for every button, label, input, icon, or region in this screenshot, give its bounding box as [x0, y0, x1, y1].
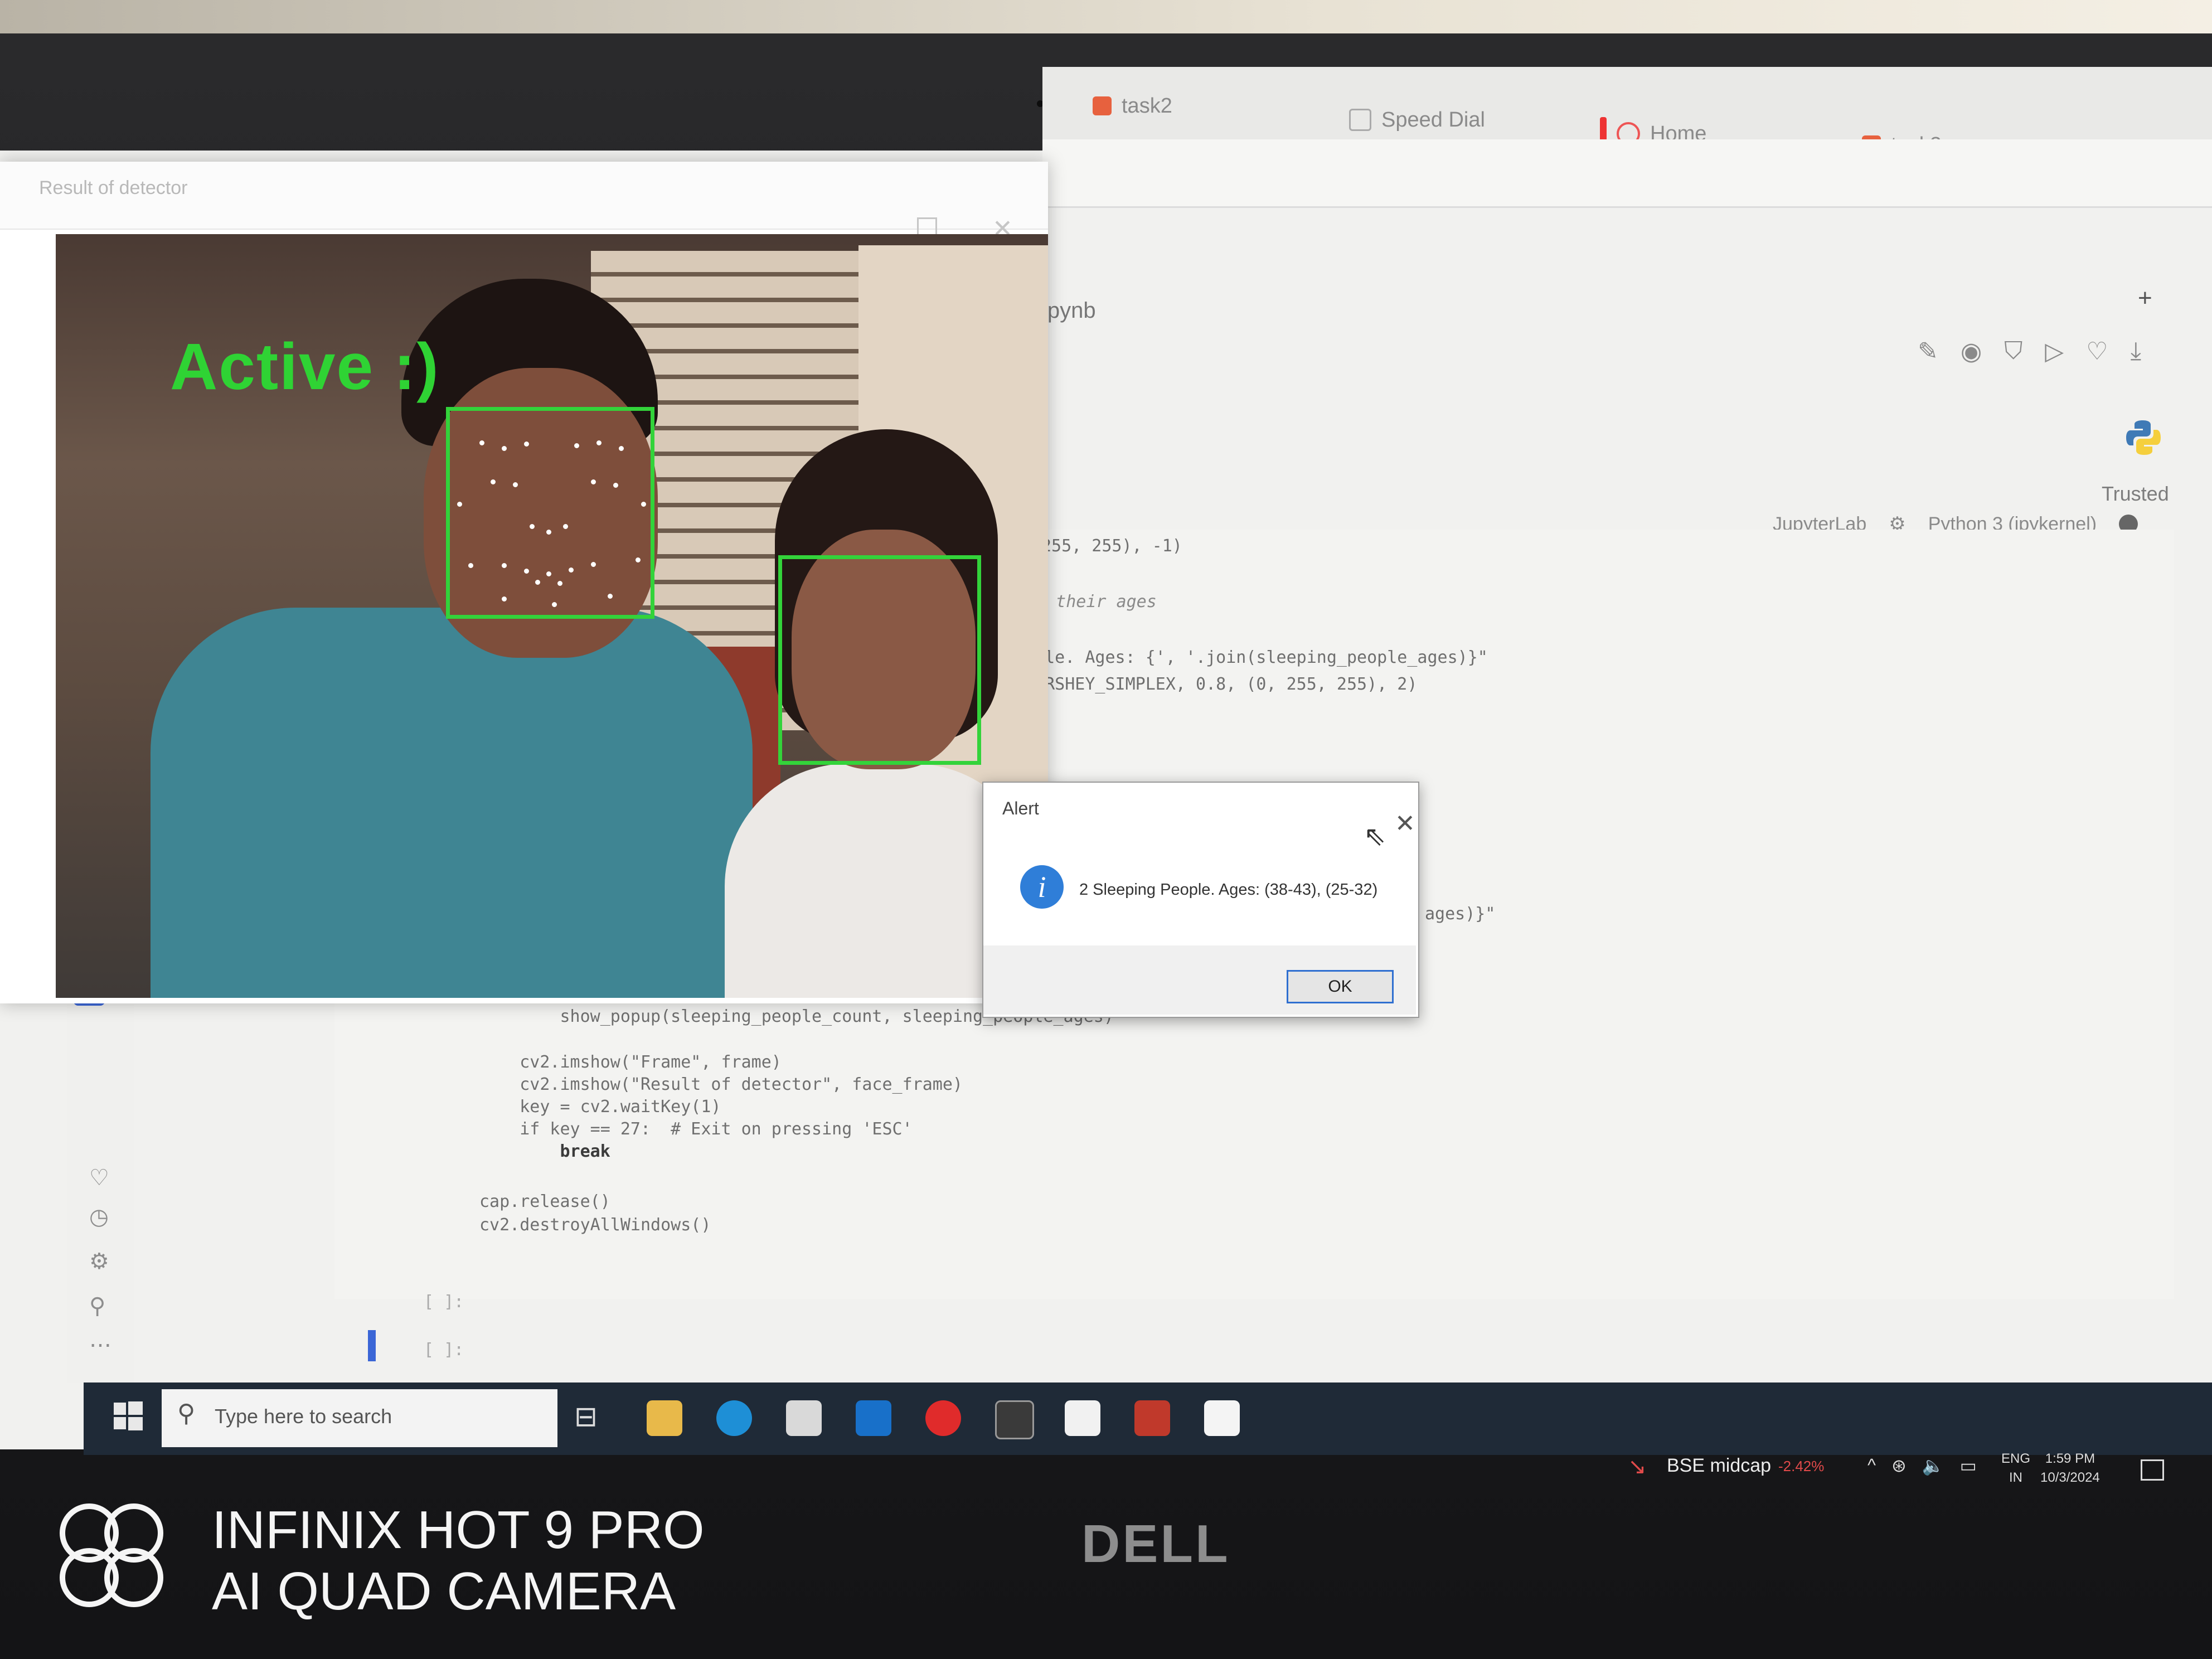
notification-icon[interactable] — [2141, 1459, 2164, 1481]
watermark-line: AI QUAD CAMERA — [212, 1561, 676, 1621]
code-fragment: HERSHEY_SIMPLEX, 0.8, (0, 255, 255), 2) — [1025, 675, 1418, 694]
document-icon[interactable] — [1065, 1400, 1100, 1436]
opera-icon[interactable] — [925, 1400, 961, 1436]
lang-line: IN — [2009, 1470, 2022, 1485]
file-explorer-icon[interactable] — [647, 1400, 682, 1436]
python-logo-icon — [2126, 420, 2161, 455]
store-icon[interactable] — [786, 1400, 822, 1436]
new-tab-button[interactable]: + — [2138, 284, 2152, 312]
download-icon[interactable]: ⤓ — [2131, 337, 2141, 366]
clock-time: 1:59 PM — [2045, 1451, 2095, 1466]
settings-icon[interactable]: ⚙ — [89, 1249, 109, 1274]
person-1-body — [151, 608, 753, 998]
code-line: cv2.imshow("Result of detector", face_fr… — [479, 1075, 963, 1094]
volume-icon[interactable]: 🔈 — [1922, 1455, 1944, 1476]
language-indicator[interactable]: ENG IN — [2001, 1449, 2030, 1487]
face-detection-box — [778, 555, 981, 765]
taskbar-clock[interactable]: 1:59 PM 10/3/2024 — [2040, 1449, 2100, 1487]
ticker-name[interactable]: BSE midcap — [1667, 1455, 1771, 1477]
code-line: key = cv2.waitKey(1) — [479, 1097, 721, 1117]
outlook-icon[interactable] — [856, 1400, 891, 1436]
task-view-icon[interactable]: ⊟ — [574, 1400, 610, 1436]
chevron-up-icon[interactable]: ^ — [1867, 1455, 1876, 1476]
alert-message: 2 Sleeping People. Ages: (38-43), (25-32… — [1079, 881, 1378, 899]
info-icon: i — [1020, 865, 1064, 909]
background-wall — [0, 0, 2212, 33]
pin-icon[interactable]: ⚲ — [89, 1293, 105, 1319]
tab-label: task2 — [1122, 94, 1172, 118]
ok-button[interactable]: OK — [1287, 970, 1394, 1003]
clock-date: 10/3/2024 — [2040, 1470, 2100, 1485]
system-tray: ^ ⊛ 🔈 ▭ — [1867, 1455, 1977, 1476]
browser-tab[interactable]: task2 — [1093, 84, 1172, 128]
edge-icon[interactable] — [716, 1400, 752, 1436]
code-line: cv2.destroyAllWindows() — [479, 1215, 711, 1235]
code-line: cv2.imshow("Frame", frame) — [479, 1052, 782, 1072]
history-icon[interactable]: ◷ — [89, 1204, 109, 1230]
network-icon[interactable]: ⊛ — [1891, 1455, 1907, 1476]
battery-icon[interactable]: ▭ — [1960, 1455, 1977, 1476]
camera-icon[interactable]: ◉ — [1961, 337, 1982, 366]
stock-down-icon: ↘ — [1628, 1454, 1647, 1479]
tab-label: Speed Dial — [1381, 108, 1485, 132]
notepad-icon[interactable] — [1204, 1400, 1240, 1436]
code-fragment: 255, 255), -1) — [1041, 536, 1182, 556]
trusted-indicator[interactable]: Trusted — [2102, 482, 2169, 506]
url-text: ipynb — [1042, 298, 1096, 323]
more-icon[interactable]: ⋯ — [89, 1332, 111, 1358]
status-label: Active :) — [170, 330, 440, 404]
notebook-toolbar: ✎ ◉ ⛉ ▷ ♡ ⤓ — [1918, 337, 2141, 366]
play-icon[interactable]: ▷ — [2045, 337, 2064, 366]
cv-window-title: Result of detector — [39, 177, 188, 198]
close-icon[interactable]: ✕ — [1395, 809, 1415, 838]
code-fragment: ages)}" — [1425, 904, 1496, 924]
heart-icon[interactable]: ♡ — [89, 1165, 109, 1191]
cell-prompt: [ ]: — [424, 1340, 464, 1360]
lang-line: ENG — [2001, 1451, 2031, 1466]
windows-start-icon[interactable] — [106, 1394, 151, 1438]
camera-watermark-logo-icon — [60, 1503, 163, 1607]
cell-prompt: [ ]: — [424, 1292, 464, 1312]
jupyter-app-icon[interactable] — [1134, 1400, 1170, 1436]
search-placeholder: Type here to search — [215, 1405, 392, 1428]
code-line: if key == 27: # Exit on pressing 'ESC' — [479, 1119, 913, 1139]
code-fragment: ople. Ages: {', '.join(sleeping_people_a… — [1025, 648, 1488, 667]
alert-title: Alert — [1002, 798, 1039, 818]
face-detection-box — [446, 407, 654, 619]
active-cell-indicator — [368, 1330, 376, 1361]
speed-dial-icon — [1349, 109, 1371, 131]
mouse-cursor-icon: ⇖ — [1364, 822, 1386, 851]
heart-icon[interactable]: ♡ — [2086, 337, 2108, 366]
code-line: break — [479, 1142, 610, 1161]
code-line: cap.release() — [479, 1192, 610, 1211]
dell-logo: DELL — [1081, 1514, 1230, 1574]
watermark-line: INFINIX HOT 9 PRO — [212, 1500, 705, 1560]
edit-icon[interactable]: ✎ — [1918, 337, 1938, 366]
shield-icon[interactable]: ⛉ — [2004, 337, 2022, 366]
address-bar[interactable] — [1042, 139, 2212, 208]
browser-tab[interactable]: Speed Dial — [1349, 98, 1485, 142]
ticker-change: -2.42% — [1778, 1458, 1825, 1474]
jupyter-icon — [1093, 96, 1112, 115]
search-icon: ⚲ — [177, 1400, 196, 1427]
terminal-icon[interactable] — [995, 1400, 1034, 1439]
